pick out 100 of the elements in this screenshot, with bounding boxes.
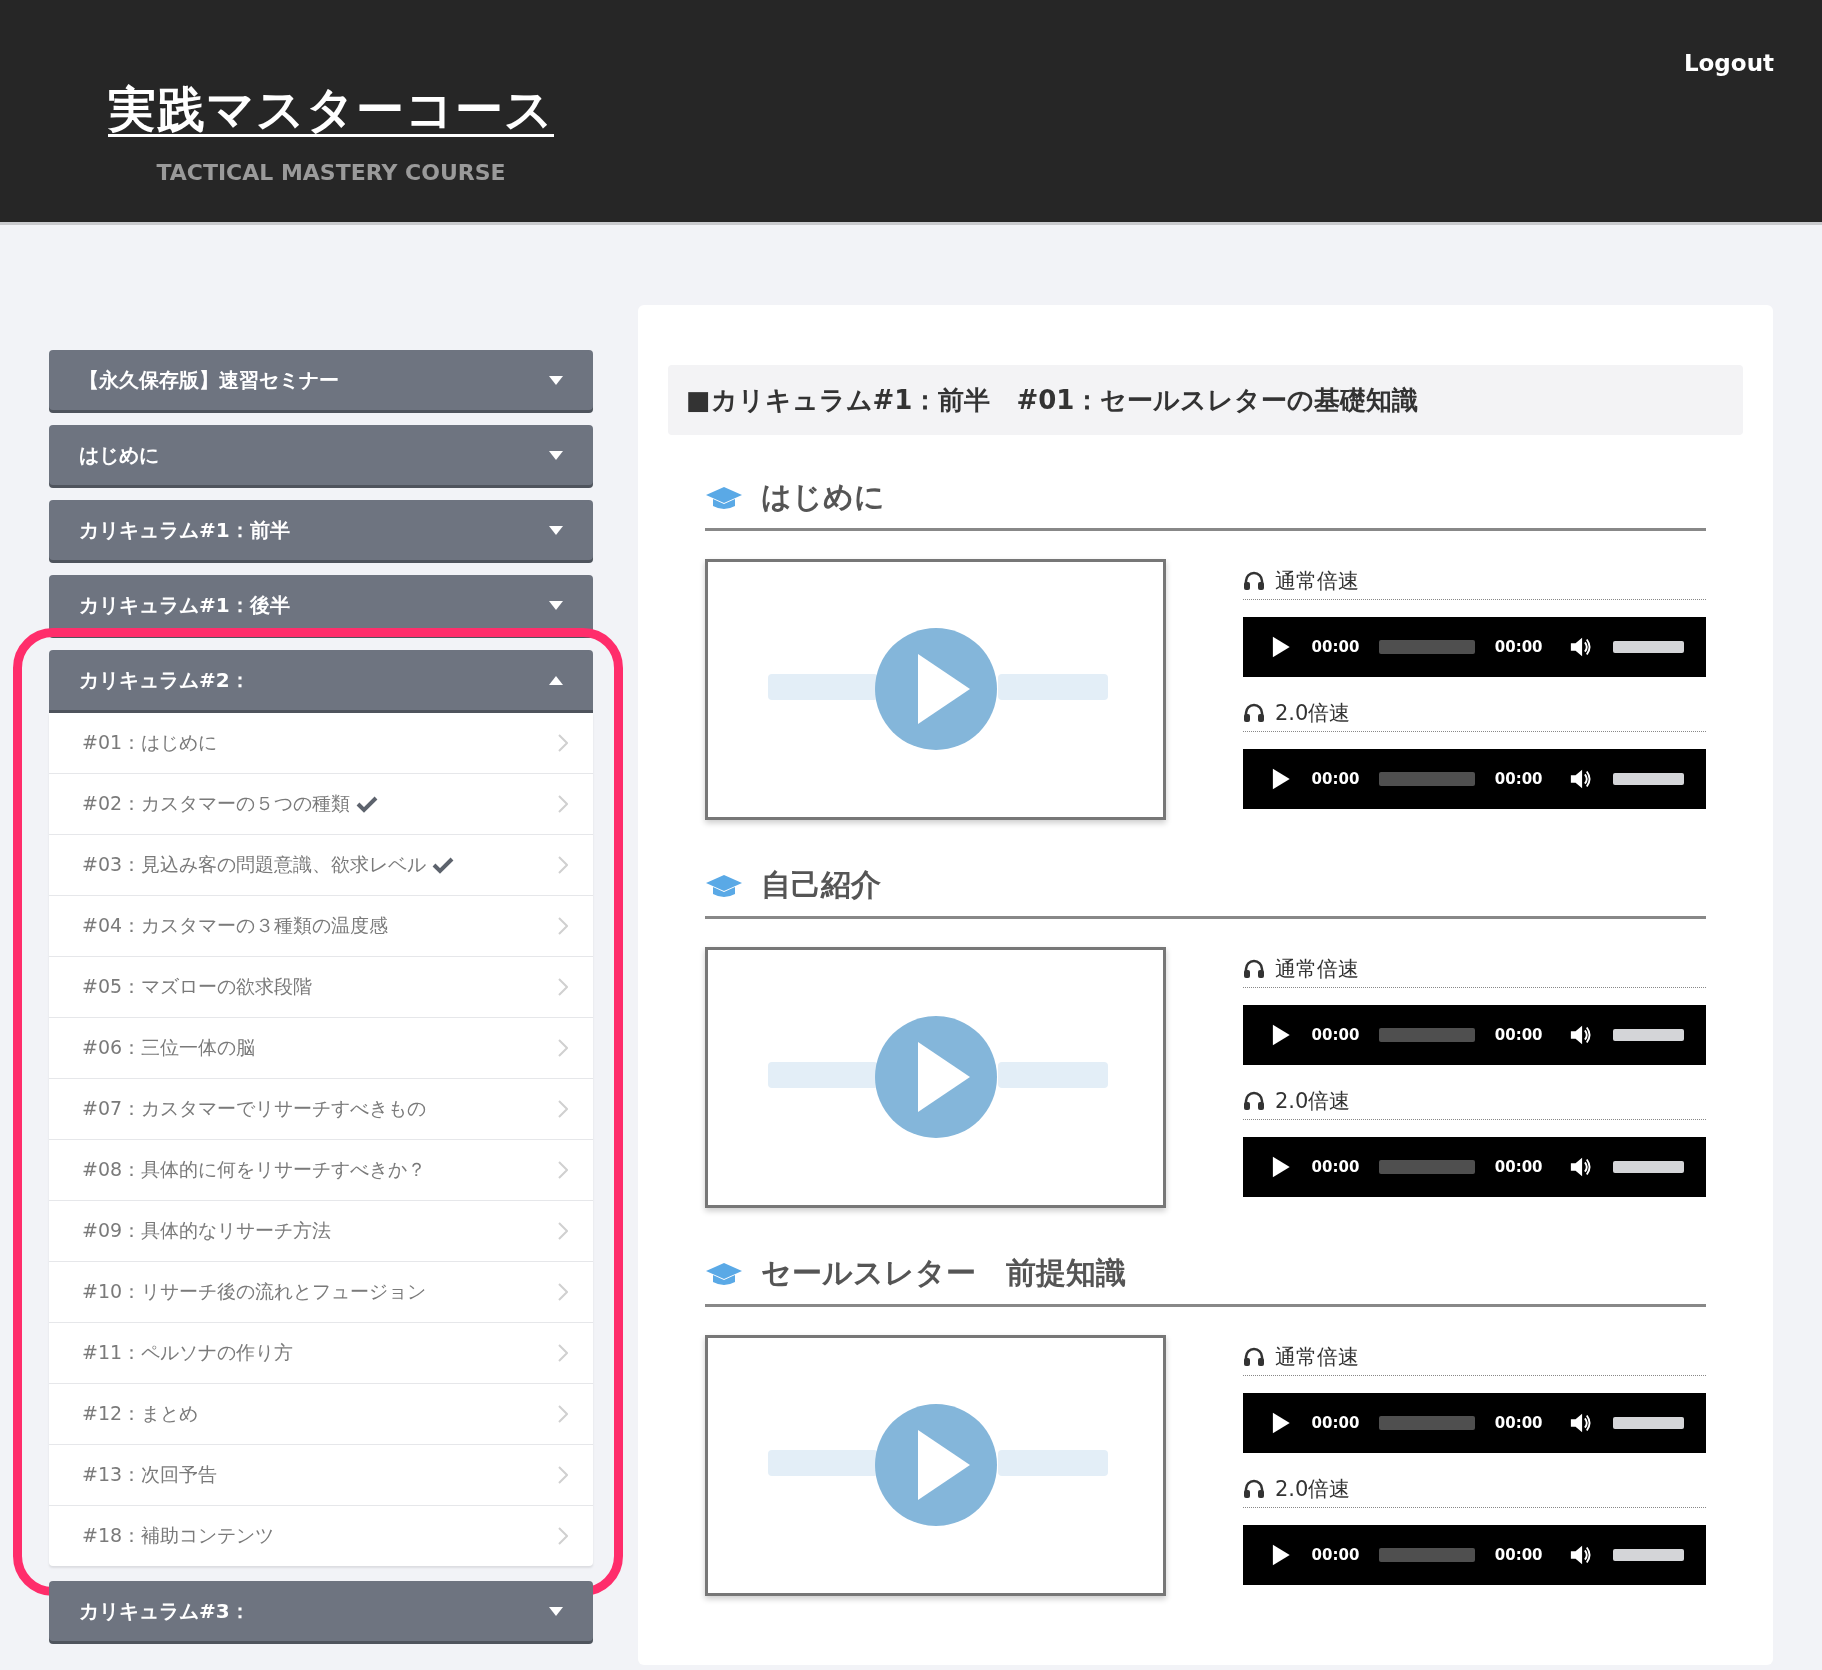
lesson-link[interactable]: #05：マズローの欲求段階	[49, 957, 593, 1018]
section-header[interactable]: カリキュラム#2：	[49, 650, 593, 710]
current-time: 00:00	[1311, 638, 1360, 656]
lesson-title: #02：カスタマーの５つの種類	[82, 791, 351, 816]
progress-track[interactable]	[1379, 1416, 1475, 1430]
lesson-title: #05：マズローの欲求段階	[82, 974, 313, 999]
lesson-title: #04：カスタマーの３種類の温度感	[82, 913, 389, 938]
graduation-cap-icon	[705, 484, 743, 511]
logout-link[interactable]: Logout	[1683, 50, 1774, 76]
audio-label: 通常倍速	[1275, 1344, 1359, 1371]
duration-time: 00:00	[1494, 1546, 1543, 1564]
progress-track[interactable]	[1379, 640, 1475, 654]
audio-label: 通常倍速	[1275, 568, 1359, 595]
lesson-link[interactable]: #12：まとめ	[49, 1384, 593, 1445]
chevron-right-icon	[558, 856, 568, 874]
graduation-cap-icon	[705, 872, 743, 899]
lesson-heading: はじめに	[761, 478, 885, 516]
play-icon[interactable]	[1271, 766, 1292, 792]
lesson-link[interactable]: #02：カスタマーの５つの種類	[49, 774, 593, 835]
play-icon[interactable]	[1271, 1542, 1292, 1568]
lesson-title: #07：カスタマーでリサーチすべきもの	[82, 1096, 427, 1121]
lesson-link[interactable]: #01：はじめに	[49, 713, 593, 774]
section-header[interactable]: 【永久保存版】速習セミナー	[49, 350, 593, 410]
audio-player[interactable]: 00:00 00:00	[1243, 1005, 1706, 1065]
headphones-icon	[1243, 703, 1265, 723]
chevron-right-icon	[558, 917, 568, 935]
duration-time: 00:00	[1494, 1026, 1543, 1044]
lesson-link[interactable]: #09：具体的なリサーチ方法	[49, 1201, 593, 1262]
chevron-right-icon	[558, 734, 568, 752]
lesson-link[interactable]: #10：リサーチ後の流れとフュージョン	[49, 1262, 593, 1323]
progress-track[interactable]	[1379, 1160, 1475, 1174]
play-icon[interactable]	[1271, 1022, 1292, 1048]
audio-label: 2.0倍速	[1275, 1088, 1351, 1115]
lesson-title: #13：次回予告	[82, 1462, 218, 1487]
lesson-title: #12：まとめ	[82, 1401, 199, 1426]
caret-down-icon	[549, 450, 563, 460]
audio-player[interactable]: 00:00 00:00	[1243, 749, 1706, 809]
current-time: 00:00	[1311, 770, 1360, 788]
lesson-link[interactable]: #08：具体的に何をリサーチすべきか？	[49, 1140, 593, 1201]
caret-down-icon	[549, 1606, 563, 1616]
lesson-title: #03：見込み客の問題意識、欲求レベル	[82, 852, 427, 877]
headphones-icon	[1243, 571, 1265, 591]
lesson-link[interactable]: #18：補助コンテンツ	[49, 1506, 593, 1566]
lesson-heading: 自己紹介	[761, 866, 881, 904]
audio-player[interactable]: 00:00 00:00	[1243, 1137, 1706, 1197]
section-header[interactable]: カリキュラム#1：前半	[49, 500, 593, 560]
chevron-right-icon	[558, 1161, 568, 1179]
caret-up-icon	[549, 675, 563, 685]
play-icon[interactable]	[1271, 1410, 1292, 1436]
audio-player[interactable]: 00:00 00:00	[1243, 1525, 1706, 1585]
chevron-right-icon	[558, 978, 568, 996]
current-time: 00:00	[1311, 1026, 1360, 1044]
lesson-title: #06：三位一体の脳	[82, 1035, 256, 1060]
headphones-icon	[1243, 1479, 1265, 1499]
duration-time: 00:00	[1494, 770, 1543, 788]
audio-label: 2.0倍速	[1275, 1476, 1351, 1503]
site-subtitle: TACTICAL MASTERY COURSE	[156, 160, 506, 185]
progress-track[interactable]	[1379, 1548, 1475, 1562]
progress-track[interactable]	[1379, 772, 1475, 786]
audio-player[interactable]: 00:00 00:00	[1243, 617, 1706, 677]
current-time: 00:00	[1311, 1546, 1360, 1564]
audio-label: 2.0倍速	[1275, 700, 1351, 727]
caret-down-icon	[549, 525, 563, 535]
current-time: 00:00	[1311, 1158, 1360, 1176]
chevron-right-icon	[558, 1466, 568, 1484]
lesson-title: #01：はじめに	[82, 730, 218, 755]
play-icon[interactable]	[1271, 634, 1292, 660]
lesson-title: #11：ペルソナの作り方	[82, 1340, 294, 1365]
section-header[interactable]: はじめに	[49, 425, 593, 485]
chevron-right-icon	[558, 1405, 568, 1423]
section-header[interactable]: カリキュラム#3：	[49, 1581, 593, 1641]
lesson-link[interactable]: #03：見込み客の問題意識、欲求レベル	[49, 835, 593, 896]
duration-time: 00:00	[1494, 1414, 1543, 1432]
lesson-link[interactable]: #11：ペルソナの作り方	[49, 1323, 593, 1384]
lesson-title: #08：具体的に何をリサーチすべきか？	[82, 1157, 427, 1182]
lesson-title: #18：補助コンテンツ	[82, 1523, 275, 1548]
lesson-link[interactable]: #07：カスタマーでリサーチすべきもの	[49, 1079, 593, 1140]
progress-track[interactable]	[1379, 1028, 1475, 1042]
chevron-right-icon	[558, 1527, 568, 1545]
lesson-title: #10：リサーチ後の流れとフュージョン	[82, 1279, 427, 1304]
lesson-title: #09：具体的なリサーチ方法	[82, 1218, 332, 1243]
site-title[interactable]: 実践マスターコース	[108, 78, 554, 142]
lesson-link[interactable]: #13：次回予告	[49, 1445, 593, 1506]
caret-down-icon	[549, 375, 563, 385]
lesson-heading: セールスレター 前提知識	[761, 1254, 1126, 1292]
lesson-link[interactable]: #06：三位一体の脳	[49, 1018, 593, 1079]
page-title: ■カリキュラム#1：前半 #01：セールスレターの基礎知識	[668, 365, 1743, 435]
duration-time: 00:00	[1494, 638, 1543, 656]
audio-label: 通常倍速	[1275, 956, 1359, 983]
current-time: 00:00	[1311, 1414, 1360, 1432]
audio-player[interactable]: 00:00 00:00	[1243, 1393, 1706, 1453]
headphones-icon	[1243, 1091, 1265, 1111]
duration-time: 00:00	[1494, 1158, 1543, 1176]
chevron-right-icon	[558, 1100, 568, 1118]
play-icon[interactable]	[1271, 1154, 1292, 1180]
lesson-link[interactable]: #04：カスタマーの３種類の温度感	[49, 896, 593, 957]
chevron-right-icon	[558, 1283, 568, 1301]
headphones-icon	[1243, 1347, 1265, 1367]
chevron-right-icon	[558, 1344, 568, 1362]
chevron-right-icon	[558, 795, 568, 813]
